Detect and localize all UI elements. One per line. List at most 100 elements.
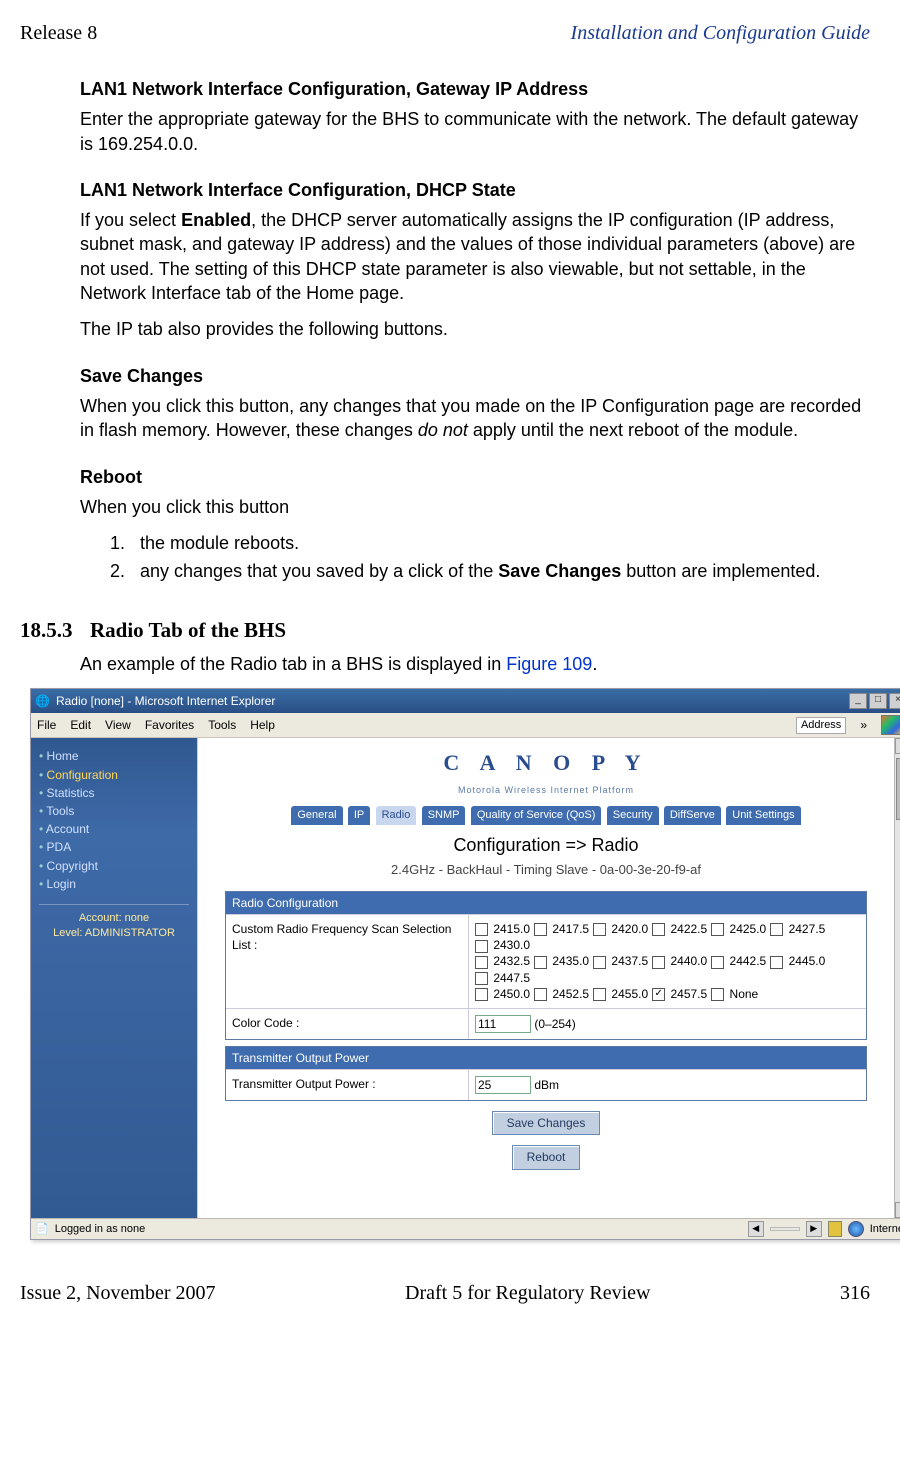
freq-checkbox[interactable] [475,940,488,953]
freq-checkbox[interactable] [534,956,547,969]
list-item: any changes that you saved by a click of… [130,559,870,583]
sidebar-item-home[interactable]: Home [39,748,189,764]
freq-scan-label: Custom Radio Frequency Scan Selection Li… [226,915,469,1008]
menu-tools[interactable]: Tools [208,717,236,733]
freq-checkbox[interactable] [593,923,606,936]
freq-checkbox[interactable] [534,923,547,936]
ie-icon: 🌐 [35,693,50,709]
save-changes-button[interactable]: Save Changes [492,1111,601,1135]
page-header: Release 8 Installation and Configuration… [20,20,870,47]
figure-link[interactable]: Figure 109 [506,654,592,674]
scroll-down-icon[interactable]: ▼ [895,1202,900,1218]
status-zone-text: Internet [870,1222,900,1237]
para-save: When you click this button, any changes … [80,394,870,443]
scroll-left-icon[interactable]: ◀ [748,1221,764,1237]
menu-favorites[interactable]: Favorites [145,717,194,733]
account-info: Account: none Level: ADMINISTRATOR [39,904,189,941]
scroll-right-icon[interactable]: ▶ [806,1221,822,1237]
chevron-icon[interactable]: » [860,717,867,733]
freq-checkbox[interactable] [652,923,665,936]
status-text: Logged in as none [55,1222,146,1237]
tab-qos[interactable]: Quality of Service (QoS) [471,806,602,825]
close-button[interactable]: × [889,693,900,709]
menu-file[interactable]: File [37,717,56,733]
footer-right: 316 [840,1280,870,1307]
tab-general[interactable]: General [291,806,342,825]
freq-checkbox[interactable] [475,956,488,969]
menu-help[interactable]: Help [250,717,275,733]
tab-diffserve[interactable]: DiffServe [664,806,721,825]
page-footer: Issue 2, November 2007 Draft 5 for Regul… [20,1280,870,1307]
windows-flag-icon[interactable] [881,715,900,735]
heading-dhcp: LAN1 Network Interface Configuration, DH… [80,178,870,202]
menu-view[interactable]: View [105,717,131,733]
freq-checkbox[interactable] [652,988,665,1001]
address-label[interactable]: Address [796,717,846,734]
minimize-button[interactable]: _ [849,693,867,709]
config-page-title: Configuration => Radio [198,833,894,857]
freq-checkbox[interactable] [770,956,783,969]
menu-bar: File Edit View Favorites Tools Help Addr… [31,713,900,738]
sidebar-nav: Home Configuration Statistics Tools Acco… [31,738,197,1218]
tab-bar: General IP Radio SNMP Quality of Service… [198,806,894,825]
panel-header: Radio Configuration [226,892,866,914]
sidebar-item-pda[interactable]: PDA [39,839,189,855]
para-dhcp: If you select Enabled, the DHCP server a… [80,208,870,305]
sidebar-item-statistics[interactable]: Statistics [39,785,189,801]
reboot-button[interactable]: Reboot [512,1145,581,1169]
sidebar-item-login[interactable]: Login [39,876,189,892]
tab-unit-settings[interactable]: Unit Settings [726,806,800,825]
figure-screenshot: 🌐 Radio [none] - Microsoft Internet Expl… [30,688,870,1240]
footer-left: Issue 2, November 2007 [20,1280,216,1307]
tab-radio[interactable]: Radio [376,806,417,825]
para-gateway: Enter the appropriate gateway for the BH… [80,107,870,156]
footer-center: Draft 5 for Regulatory Review [405,1280,650,1307]
freq-scan-list: 2415.0 2417.5 2420.0 2422.5 2425.0 2427.… [469,915,866,1008]
heading-reboot: Reboot [80,465,870,489]
scroll-up-icon[interactable]: ▲ [895,738,900,754]
freq-checkbox[interactable] [593,956,606,969]
status-progress [770,1227,800,1231]
maximize-button[interactable]: □ [869,693,887,709]
heading-gateway: LAN1 Network Interface Configuration, Ga… [80,77,870,101]
freq-checkbox[interactable] [475,923,488,936]
header-right: Installation and Configuration Guide [571,20,870,47]
menu-edit[interactable]: Edit [70,717,91,733]
freq-checkbox[interactable] [593,988,606,1001]
list-item: the module reboots. [130,531,870,555]
vertical-scrollbar[interactable]: ▲ ▼ [894,738,900,1218]
reboot-steps: the module reboots. any changes that you… [110,531,870,584]
para-section-intro: An example of the Radio tab in a BHS is … [80,652,870,676]
sidebar-item-configuration[interactable]: Configuration [39,767,189,783]
security-shield-icon [828,1221,842,1237]
logo-subtitle: Motorola Wireless Internet Platform [198,784,894,796]
freq-checkbox[interactable] [711,923,724,936]
para-reboot: When you click this button [80,495,870,519]
tab-ip[interactable]: IP [348,806,370,825]
freq-checkbox[interactable] [711,956,724,969]
scroll-thumb[interactable] [896,758,900,820]
freq-checkbox[interactable] [652,956,665,969]
status-page-icon: 📄 [35,1222,49,1237]
radio-config-panel: Radio Configuration Custom Radio Frequen… [225,891,867,1040]
sidebar-item-account[interactable]: Account [39,821,189,837]
tx-power-unit: dBm [534,1078,559,1092]
sidebar-item-tools[interactable]: Tools [39,803,189,819]
sidebar-item-copyright[interactable]: Copyright [39,858,189,874]
freq-checkbox[interactable] [475,988,488,1001]
freq-checkbox[interactable] [711,988,724,1001]
freq-checkbox[interactable] [534,988,547,1001]
tx-power-label: Transmitter Output Power : [226,1070,469,1100]
internet-zone-icon [848,1221,864,1237]
freq-checkbox[interactable] [770,923,783,936]
tx-power-panel: Transmitter Output Power Transmitter Out… [225,1046,867,1101]
status-bar: 📄 Logged in as none ◀ ▶ Internet [31,1218,900,1239]
tx-power-input[interactable] [475,1076,531,1094]
tab-security[interactable]: Security [607,806,659,825]
header-left: Release 8 [20,20,97,47]
section-heading: 18.5.3Radio Tab of the BHS [20,616,870,644]
color-code-hint: (0–254) [534,1017,575,1031]
tab-snmp[interactable]: SNMP [422,806,466,825]
color-code-input[interactable] [475,1015,531,1033]
freq-checkbox[interactable] [475,972,488,985]
